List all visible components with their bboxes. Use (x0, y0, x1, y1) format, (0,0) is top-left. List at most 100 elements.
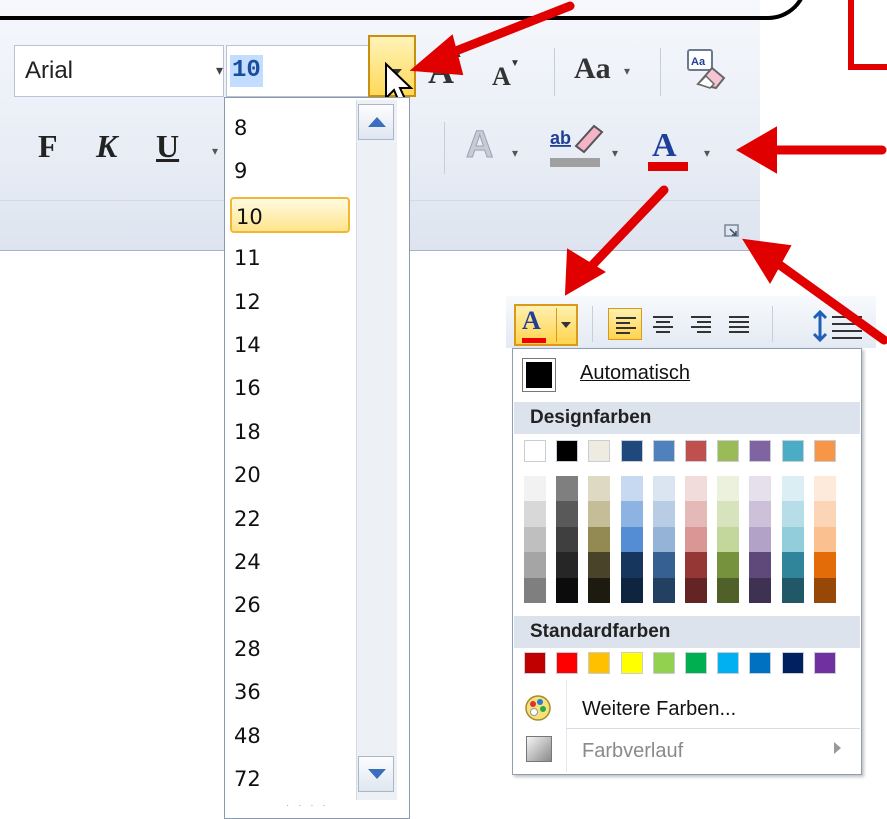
theme-shade-swatch[interactable] (556, 526, 579, 553)
change-case-button[interactable]: Aa (574, 52, 611, 86)
font-size-value[interactable]: 10 (230, 55, 263, 87)
theme-shade-swatch[interactable] (717, 552, 740, 578)
theme-shade-swatch[interactable] (685, 526, 707, 553)
theme-shade-swatch[interactable] (813, 552, 836, 578)
font-size-option[interactable]: 14 (230, 327, 340, 363)
font-size-option[interactable]: 36 (230, 674, 340, 710)
theme-shade-swatch[interactable] (556, 501, 579, 527)
theme-shade-swatch[interactable] (685, 577, 707, 603)
standard-color-swatch[interactable] (749, 652, 772, 674)
standard-color-swatch[interactable] (588, 652, 611, 674)
theme-shade-swatch[interactable] (749, 476, 772, 502)
theme-color-swatch[interactable] (781, 440, 804, 462)
theme-shade-swatch[interactable] (717, 526, 740, 553)
italic-button[interactable]: K (96, 128, 117, 165)
theme-shade-swatch[interactable] (685, 552, 707, 578)
font-size-option[interactable]: 26 (230, 587, 340, 623)
theme-shade-swatch[interactable] (652, 501, 675, 527)
theme-shade-swatch[interactable] (717, 476, 740, 502)
theme-shade-swatch[interactable] (685, 476, 707, 502)
standard-color-swatch[interactable] (685, 652, 707, 674)
theme-color-swatch[interactable] (556, 440, 579, 462)
theme-shade-swatch[interactable] (813, 526, 836, 553)
theme-shade-swatch[interactable] (781, 577, 804, 603)
theme-shade-swatch[interactable] (749, 577, 772, 603)
font-size-option[interactable]: 11 (230, 240, 340, 276)
theme-shade-swatch[interactable] (749, 526, 772, 553)
theme-shade-swatch[interactable] (781, 501, 804, 527)
underline-button[interactable]: U (156, 128, 179, 165)
theme-shade-swatch[interactable] (620, 501, 643, 527)
theme-shade-swatch[interactable] (717, 501, 740, 527)
theme-shade-swatch[interactable] (749, 501, 772, 527)
font-size-option[interactable]: 20 (230, 457, 340, 493)
theme-shade-swatch[interactable] (524, 476, 546, 502)
theme-color-swatch[interactable] (813, 440, 836, 462)
theme-shade-swatch[interactable] (556, 552, 579, 578)
align-left-button[interactable] (608, 308, 642, 340)
font-size-option[interactable]: 10 (230, 196, 350, 233)
theme-color-swatch[interactable] (652, 440, 675, 462)
font-size-option[interactable]: 72 (230, 761, 340, 797)
more-colors-menu-item[interactable]: Weitere Farben... (582, 690, 852, 728)
theme-shade-swatch[interactable] (781, 526, 804, 553)
dialog-launcher-icon[interactable] (724, 224, 740, 238)
theme-color-swatch[interactable] (749, 440, 772, 462)
chevron-down-icon[interactable]: ▾ (512, 146, 518, 160)
theme-shade-swatch[interactable] (524, 552, 546, 578)
theme-shade-swatch[interactable] (813, 501, 836, 527)
theme-shade-swatch[interactable] (685, 501, 707, 527)
theme-color-swatch[interactable] (717, 440, 740, 462)
standard-color-swatch[interactable] (524, 652, 546, 674)
theme-color-swatch[interactable] (588, 440, 611, 462)
theme-color-swatch[interactable] (685, 440, 707, 462)
scrollbar-track[interactable] (356, 100, 397, 800)
theme-shade-swatch[interactable] (781, 476, 804, 502)
resize-grip[interactable]: · · · · (286, 800, 346, 811)
standard-color-swatch[interactable] (652, 652, 675, 674)
theme-shade-swatch[interactable] (620, 577, 643, 603)
font-name-combobox[interactable]: Arial (14, 45, 224, 97)
theme-shade-swatch[interactable] (588, 476, 611, 502)
font-size-option[interactable]: 24 (230, 544, 340, 580)
chevron-down-icon[interactable]: ▾ (612, 146, 618, 160)
theme-shade-swatch[interactable] (588, 577, 611, 603)
font-size-option[interactable]: 48 (230, 718, 340, 754)
justify-button[interactable] (722, 308, 756, 340)
chevron-down-icon[interactable] (561, 322, 571, 328)
theme-shade-swatch[interactable] (620, 552, 643, 578)
theme-shade-swatch[interactable] (652, 526, 675, 553)
standard-color-swatch[interactable] (620, 652, 643, 674)
standard-color-swatch[interactable] (813, 652, 836, 674)
theme-shade-swatch[interactable] (556, 476, 579, 502)
theme-shade-swatch[interactable] (620, 526, 643, 553)
theme-color-swatch[interactable] (524, 440, 546, 462)
scroll-up-button[interactable] (358, 104, 394, 140)
text-effects-button[interactable]: A (465, 124, 493, 167)
align-center-button[interactable] (646, 308, 680, 340)
clear-formatting-icon[interactable]: Aa (682, 46, 730, 90)
theme-shade-swatch[interactable] (813, 476, 836, 502)
theme-shade-swatch[interactable] (749, 552, 772, 578)
font-size-option[interactable]: 22 (230, 501, 340, 537)
theme-shade-swatch[interactable] (524, 577, 546, 603)
align-right-button[interactable] (684, 308, 718, 340)
theme-shade-swatch[interactable] (556, 577, 579, 603)
theme-shade-swatch[interactable] (652, 552, 675, 578)
shrink-font-button[interactable]: A ▼ (492, 58, 520, 92)
theme-shade-swatch[interactable] (524, 501, 546, 527)
standard-color-swatch[interactable] (717, 652, 740, 674)
theme-shade-swatch[interactable] (588, 526, 611, 553)
theme-shade-swatch[interactable] (524, 526, 546, 553)
theme-shade-swatch[interactable] (588, 552, 611, 578)
gradient-menu-item[interactable]: Farbverlauf (582, 732, 822, 770)
theme-shade-swatch[interactable] (652, 476, 675, 502)
theme-shade-swatch[interactable] (652, 577, 675, 603)
standard-color-swatch[interactable] (556, 652, 579, 674)
chevron-down-icon[interactable]: ▾ (624, 64, 630, 78)
theme-shade-swatch[interactable] (620, 476, 643, 502)
font-size-option[interactable]: 12 (230, 284, 340, 320)
chevron-down-icon[interactable]: ▾ (704, 146, 710, 160)
font-size-option[interactable]: 9 (230, 153, 340, 189)
bold-button[interactable]: F (38, 128, 58, 165)
